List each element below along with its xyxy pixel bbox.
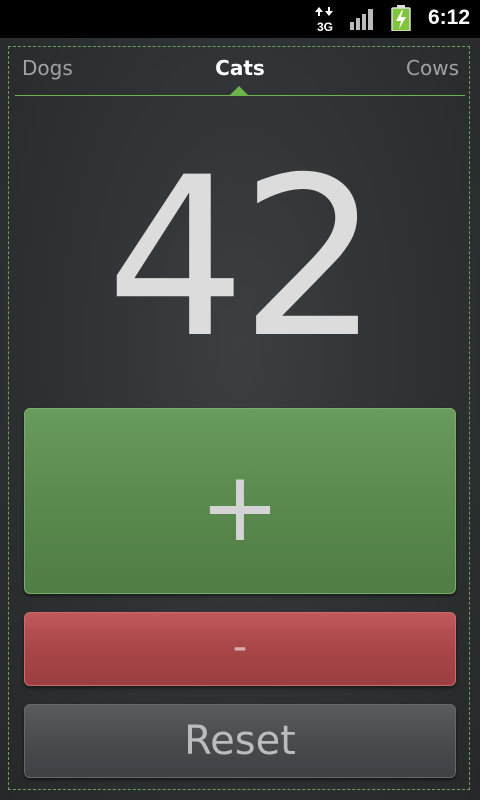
reset-button[interactable]: Reset (24, 704, 456, 778)
increment-button[interactable]: + (24, 408, 456, 594)
decrement-button[interactable]: - (24, 612, 456, 686)
app-screen: Dogs Cats Cows 42 + - Reset (0, 38, 480, 800)
increment-label: + (199, 451, 281, 563)
signal-strength-icon (350, 8, 376, 30)
reset-label: Reset (184, 718, 296, 764)
tab-underline (15, 95, 465, 96)
status-bar: 3G 6:12 (0, 0, 480, 38)
tab-selected-indicator (230, 86, 248, 95)
svg-text:3G: 3G (317, 20, 333, 32)
counter-value: 42 (106, 130, 380, 386)
decrement-label: - (232, 624, 248, 670)
tab-cows[interactable]: Cows (406, 56, 459, 80)
clock: 6:12 (427, 6, 470, 29)
network-3g-icon: 3G (314, 6, 336, 34)
battery-charging-icon (391, 5, 411, 32)
